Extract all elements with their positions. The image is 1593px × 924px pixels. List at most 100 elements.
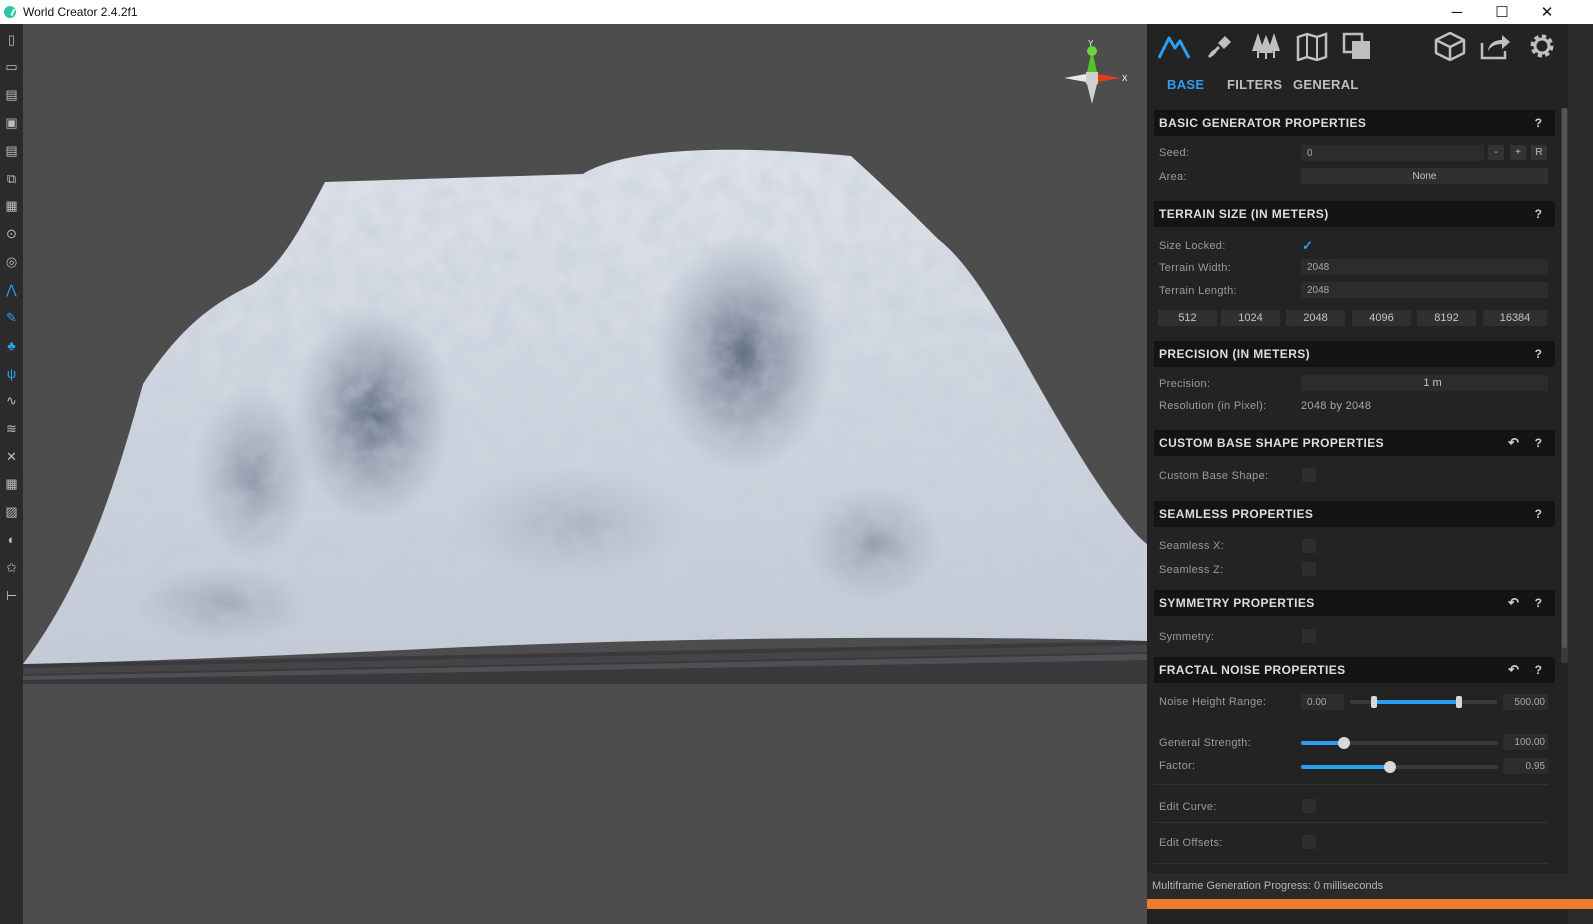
seed-random-button[interactable]: R — [1531, 145, 1547, 160]
close-button[interactable]: ✕ — [1525, 0, 1569, 24]
terrain-length-input[interactable]: 2048 — [1301, 282, 1548, 298]
tab-base[interactable]: BASE — [1167, 77, 1204, 92]
import-icon[interactable]: ⧉ — [3, 170, 20, 187]
left-toolbar: ▯ ▭ ▤ ▣ ▤ ⧉ ▦ ⊙ ◎ ⋀ ✎ ♣ ψ ∿ ≋ ✕ ▦ ▨ ◐ ✩ ⊢ — [0, 24, 23, 924]
edit-curve-checkbox[interactable] — [1302, 799, 1316, 813]
size-preset-button[interactable]: 1024 — [1221, 310, 1280, 326]
erosion-icon[interactable]: ≋ — [3, 420, 20, 437]
reset-arrow-icon[interactable]: ↶ — [1508, 595, 1519, 611]
minimize-button[interactable]: ─ — [1435, 0, 1479, 24]
share-icon[interactable] — [1477, 28, 1513, 64]
noise-range-min-input[interactable]: 0.00 — [1301, 694, 1344, 710]
seed-increment-button[interactable]: + — [1510, 145, 1526, 160]
tools-icon[interactable]: ⊢ — [3, 587, 20, 604]
help-icon[interactable]: ? — [1535, 207, 1542, 221]
terrain-mode-icon[interactable] — [1156, 28, 1192, 64]
help-icon[interactable]: ? — [1535, 507, 1542, 521]
help-icon[interactable]: ? — [1535, 663, 1542, 677]
noise-range-max-input[interactable]: 500.00 — [1503, 694, 1548, 710]
save-icon[interactable]: ▣ — [3, 114, 20, 131]
transform-icon[interactable]: ✕ — [3, 448, 20, 465]
star-icon[interactable]: ✩ — [3, 559, 20, 576]
factor-handle[interactable] — [1383, 761, 1396, 773]
size-preset-button[interactable]: 8192 — [1417, 310, 1476, 326]
divider — [1154, 863, 1548, 864]
section-precision[interactable]: PRECISION (IN METERS) ? — [1154, 341, 1555, 367]
edit-offsets-checkbox[interactable] — [1302, 835, 1316, 849]
resolution-label: Resolution (in Pixel): — [1159, 400, 1267, 412]
section-title: BASIC GENERATOR PROPERTIES — [1159, 116, 1367, 130]
size-preset-button[interactable]: 512 — [1158, 310, 1217, 326]
section-terrain-size[interactable]: TERRAIN SIZE (IN METERS) ? — [1154, 201, 1555, 227]
area-label: Area: — [1159, 171, 1187, 183]
section-title: SYMMETRY PROPERTIES — [1159, 596, 1315, 610]
seed-input[interactable]: 0 — [1301, 145, 1484, 161]
binoculars-icon[interactable]: ⊙ — [3, 226, 20, 243]
custom-base-shape-checkbox[interactable] — [1302, 468, 1316, 482]
tab-general[interactable]: GENERAL — [1293, 77, 1359, 92]
gizmo-y-label: Y — [1088, 39, 1094, 48]
seamless-z-checkbox[interactable] — [1302, 562, 1316, 576]
tab-filters[interactable]: FILTERS — [1227, 77, 1282, 92]
save-as-icon[interactable]: ▤ — [3, 142, 20, 159]
section-symmetry[interactable]: SYMMETRY PROPERTIES ↶ ? — [1154, 590, 1555, 616]
window-title: World Creator 2.4.2f1 — [23, 5, 138, 19]
section-basic-generator[interactable]: BASIC GENERATOR PROPERTIES ? — [1154, 110, 1555, 136]
section-custom-base-shape[interactable]: CUSTOM BASE SHAPE PROPERTIES ↶ ? — [1154, 430, 1555, 456]
noise-range-min-handle[interactable] — [1370, 696, 1377, 708]
map-mode-icon[interactable] — [1294, 28, 1330, 64]
general-strength-input[interactable]: 100.00 — [1503, 734, 1548, 750]
help-icon[interactable]: ? — [1535, 116, 1542, 130]
scrollbar-thumb[interactable] — [1562, 108, 1567, 648]
path-icon[interactable]: ∿ — [3, 392, 20, 409]
export-3d-icon[interactable] — [1432, 28, 1468, 64]
terrain-icon[interactable]: ⋀ — [3, 281, 20, 298]
open-folder-icon[interactable]: ▭ — [3, 59, 20, 76]
section-title: TERRAIN SIZE (IN METERS) — [1159, 207, 1329, 221]
custom-base-shape-label: Custom Base Shape: — [1159, 470, 1269, 482]
precision-input[interactable]: 1 m — [1301, 375, 1548, 391]
section-title: PRECISION (IN METERS) — [1159, 347, 1311, 361]
seamless-x-checkbox[interactable] — [1302, 539, 1316, 553]
reset-arrow-icon[interactable]: ↶ — [1508, 435, 1519, 451]
open-recent-icon[interactable]: ▤ — [3, 87, 20, 104]
gizmo-x-label: X — [1122, 74, 1128, 83]
noise-range-max-handle[interactable] — [1455, 696, 1462, 708]
size-preset-button[interactable]: 16384 — [1483, 310, 1547, 326]
factor-fill — [1301, 765, 1390, 769]
section-fractal-noise[interactable]: FRACTAL NOISE PROPERTIES ↶ ? — [1154, 657, 1555, 683]
grass-icon[interactable]: ψ — [3, 365, 20, 382]
symmetry-checkbox[interactable] — [1302, 629, 1316, 643]
maximize-button[interactable]: ☐ — [1480, 0, 1524, 24]
reset-arrow-icon[interactable]: ↶ — [1508, 662, 1519, 678]
trees-icon[interactable]: ♣ — [3, 337, 20, 354]
sphere-icon[interactable]: ◐ — [3, 531, 20, 548]
brush-icon[interactable]: ✎ — [3, 309, 20, 326]
settings-gear-icon[interactable] — [1524, 28, 1560, 64]
help-icon[interactable]: ? — [1535, 596, 1542, 610]
resolution-value: 2048 by 2048 — [1301, 400, 1372, 412]
factor-input[interactable]: 0.95 — [1503, 758, 1548, 774]
new-file-icon[interactable]: ▯ — [3, 31, 20, 48]
divider — [1154, 784, 1548, 785]
terrain-width-input[interactable]: 2048 — [1301, 259, 1548, 275]
3d-viewport[interactable]: Y X — [23, 24, 1147, 924]
panel-scrollbar[interactable] — [1561, 108, 1568, 663]
area-select[interactable]: None — [1301, 168, 1548, 184]
size-preset-button[interactable]: 4096 — [1352, 310, 1411, 326]
seed-decrement-button[interactable]: - — [1488, 145, 1504, 160]
layers-mode-icon[interactable] — [1340, 28, 1376, 64]
seed-label: Seed: — [1159, 147, 1190, 159]
globe-icon[interactable]: ◎ — [3, 253, 20, 270]
help-icon[interactable]: ? — [1535, 347, 1542, 361]
grid-icon[interactable]: ▦ — [3, 476, 20, 493]
map-icon[interactable]: ▦ — [3, 198, 20, 215]
precision-label: Precision: — [1159, 378, 1211, 390]
help-icon[interactable]: ? — [1535, 436, 1542, 450]
image-icon[interactable]: ▨ — [3, 504, 20, 521]
size-preset-button[interactable]: 2048 — [1286, 310, 1345, 326]
vegetation-mode-icon[interactable] — [1248, 28, 1284, 64]
section-seamless[interactable]: SEAMLESS PROPERTIES ? — [1154, 501, 1555, 527]
size-locked-checkbox[interactable]: ✓ — [1302, 238, 1316, 253]
brush-mode-icon[interactable] — [1202, 28, 1238, 64]
